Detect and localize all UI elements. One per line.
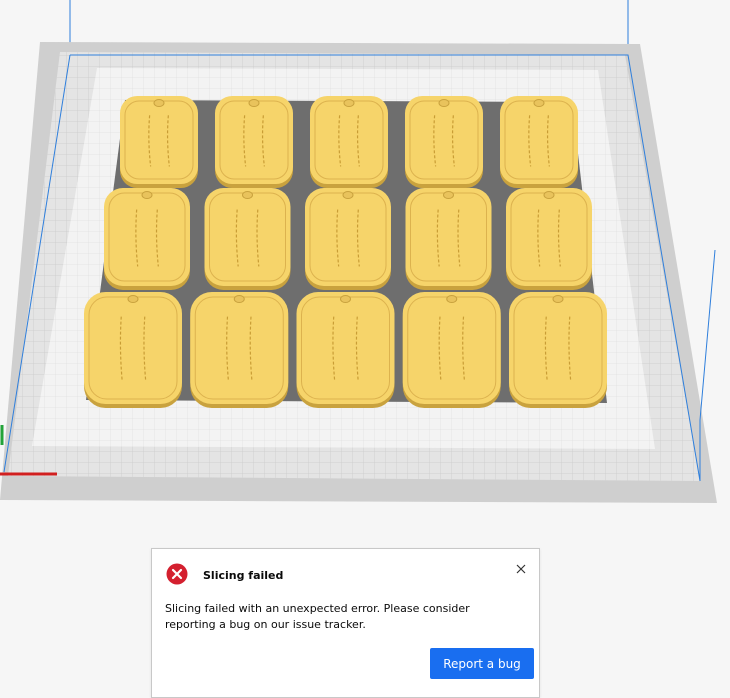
dog-tag-model[interactable] [190, 292, 289, 408]
dog-tag-face [296, 292, 395, 404]
dog-tag-model[interactable] [506, 188, 592, 290]
build-volume-right-edge [699, 249, 716, 421]
slicing-failed-notification: Slicing failed Slicing failed with an un… [151, 548, 540, 698]
dog-tag-hole [533, 99, 545, 107]
dog-tag-hole [153, 99, 165, 107]
dog-tag-hole [127, 295, 139, 303]
dog-tag-hole [141, 191, 153, 199]
dog-tag-face [215, 96, 293, 184]
dog-tag-model[interactable] [405, 188, 492, 290]
dog-tag-face [506, 188, 592, 286]
dog-tag-model[interactable] [402, 292, 501, 408]
dog-tag-model[interactable] [204, 188, 291, 290]
dog-tag-hole [248, 99, 260, 107]
dog-tag-model[interactable] [310, 96, 388, 188]
dog-tag-face [402, 292, 501, 404]
dog-tag-model[interactable] [305, 188, 391, 290]
dog-tag-face [405, 188, 492, 286]
dog-tag-hole [543, 191, 555, 199]
dog-tag-face [120, 96, 198, 184]
dog-tag-hole [552, 295, 564, 303]
notification-message: Slicing failed with an unexpected error.… [165, 602, 470, 631]
dog-tag-hole [438, 99, 450, 107]
dog-tag-hole [446, 295, 458, 303]
close-icon[interactable] [514, 562, 528, 576]
dog-tag-model[interactable] [296, 292, 395, 408]
dog-tag-face [405, 96, 483, 184]
dog-tag-hole [343, 99, 355, 107]
dog-tag-hole [443, 191, 454, 199]
dog-tag-hole [242, 191, 253, 199]
dog-tag-face [509, 292, 607, 404]
model-group[interactable] [84, 96, 607, 408]
dog-tag-model[interactable] [84, 292, 182, 408]
dog-tag-model[interactable] [405, 96, 483, 188]
dog-tag-face [305, 188, 391, 286]
report-a-bug-button[interactable]: Report a bug [430, 648, 534, 679]
dog-tag-model[interactable] [120, 96, 198, 188]
dog-tag-hole [233, 295, 245, 303]
dog-tag-model[interactable] [104, 188, 190, 290]
dog-tag-model[interactable] [509, 292, 607, 408]
dog-tag-face [500, 96, 578, 184]
dog-tag-face [104, 188, 190, 286]
error-circle-icon [166, 563, 188, 585]
dog-tag-model[interactable] [500, 96, 578, 188]
dog-tag-hole [342, 191, 354, 199]
notification-title: Slicing failed [203, 569, 284, 582]
dog-tag-face [204, 188, 291, 286]
dog-tag-hole [340, 295, 351, 303]
dog-tag-face [310, 96, 388, 184]
dog-tag-face [190, 292, 289, 404]
dog-tag-model[interactable] [215, 96, 293, 188]
dog-tag-face [84, 292, 182, 404]
